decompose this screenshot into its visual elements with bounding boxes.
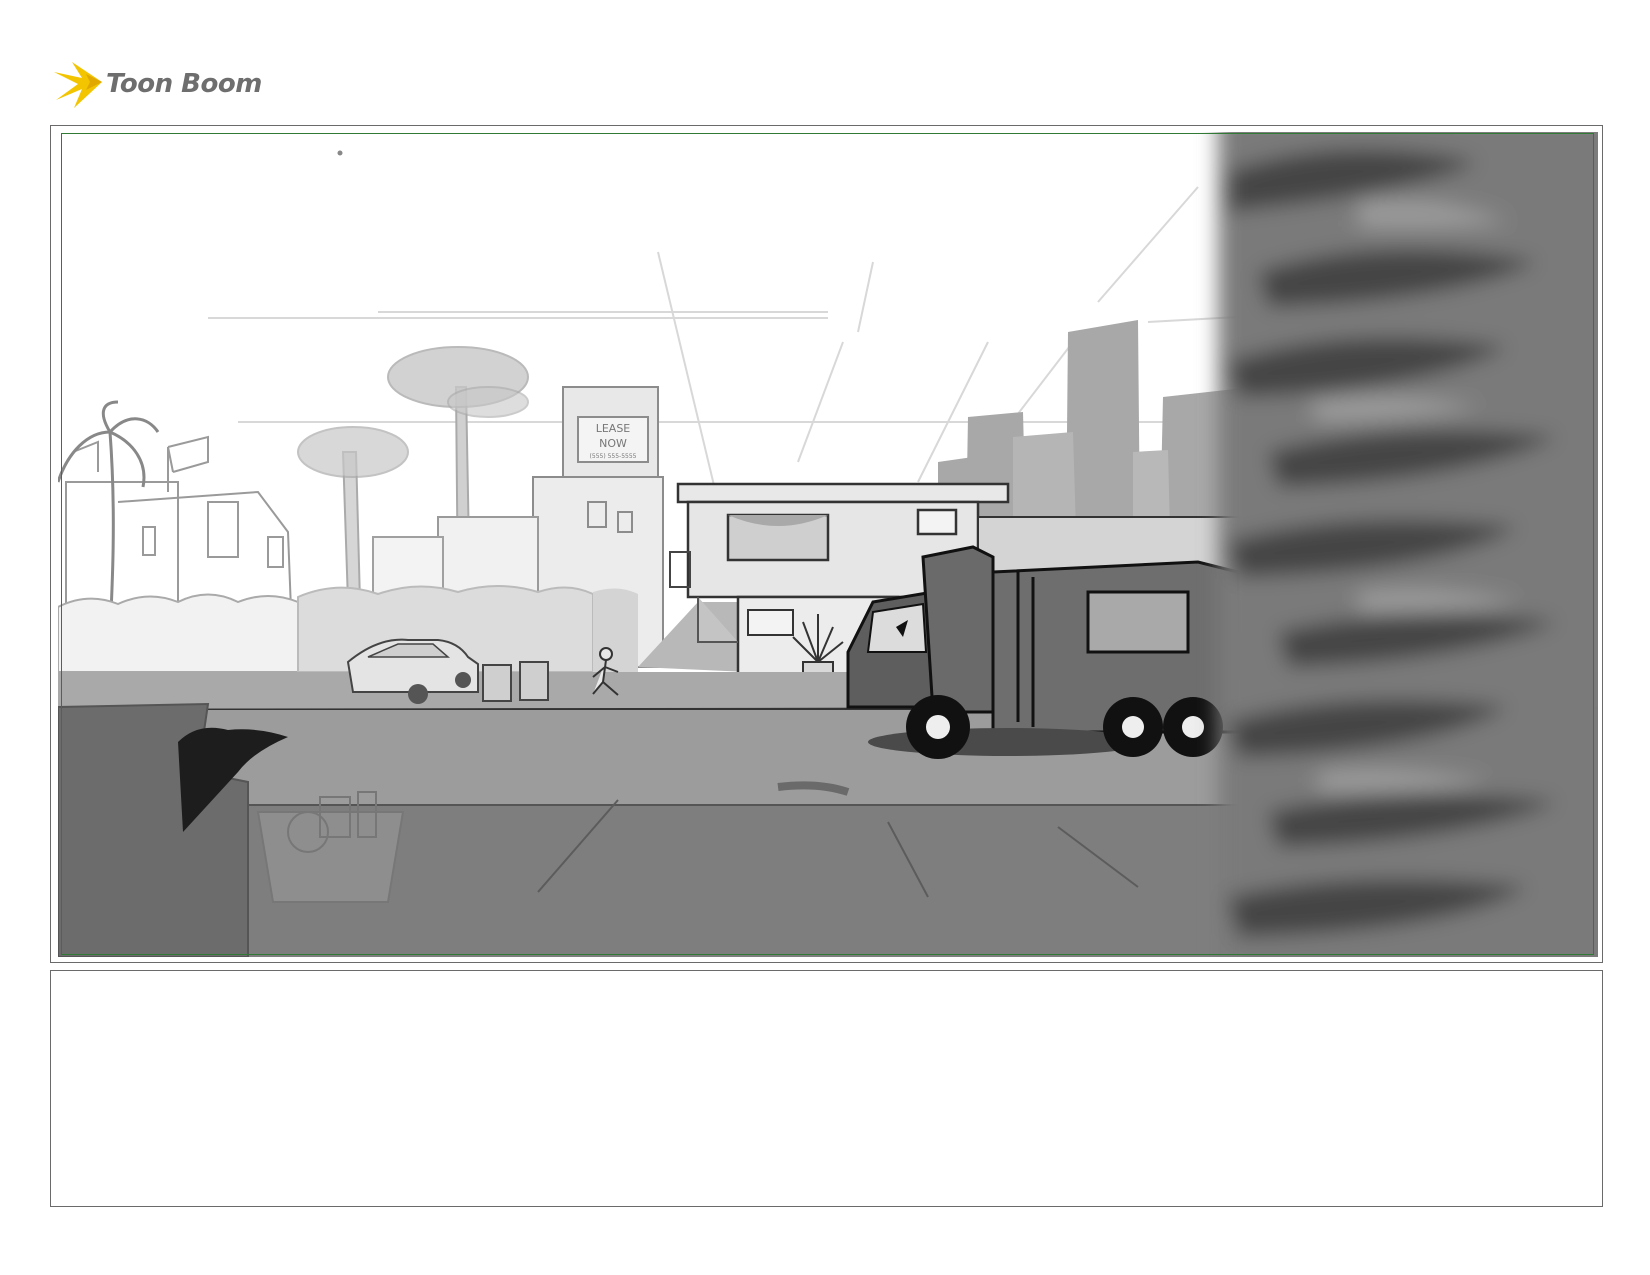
- storyboard-panel-image: LEASE NOW (555) 555-5555: [58, 132, 1598, 957]
- hedges: [58, 585, 638, 673]
- lease-sign-line2: NOW: [599, 437, 627, 450]
- caption-box[interactable]: [50, 970, 1603, 1207]
- blurred-palm-trunk: [1218, 132, 1598, 957]
- lease-sign-line1: LEASE: [596, 422, 631, 435]
- logo-text: Toon Boom: [106, 69, 262, 99]
- storyboard-sketch: LEASE NOW (555) 555-5555: [58, 132, 1598, 957]
- lease-sign-line3: (555) 555-5555: [590, 453, 637, 460]
- toon-boom-logo: Toon Boom: [52, 56, 262, 112]
- starburst-logo-icon: [54, 62, 102, 108]
